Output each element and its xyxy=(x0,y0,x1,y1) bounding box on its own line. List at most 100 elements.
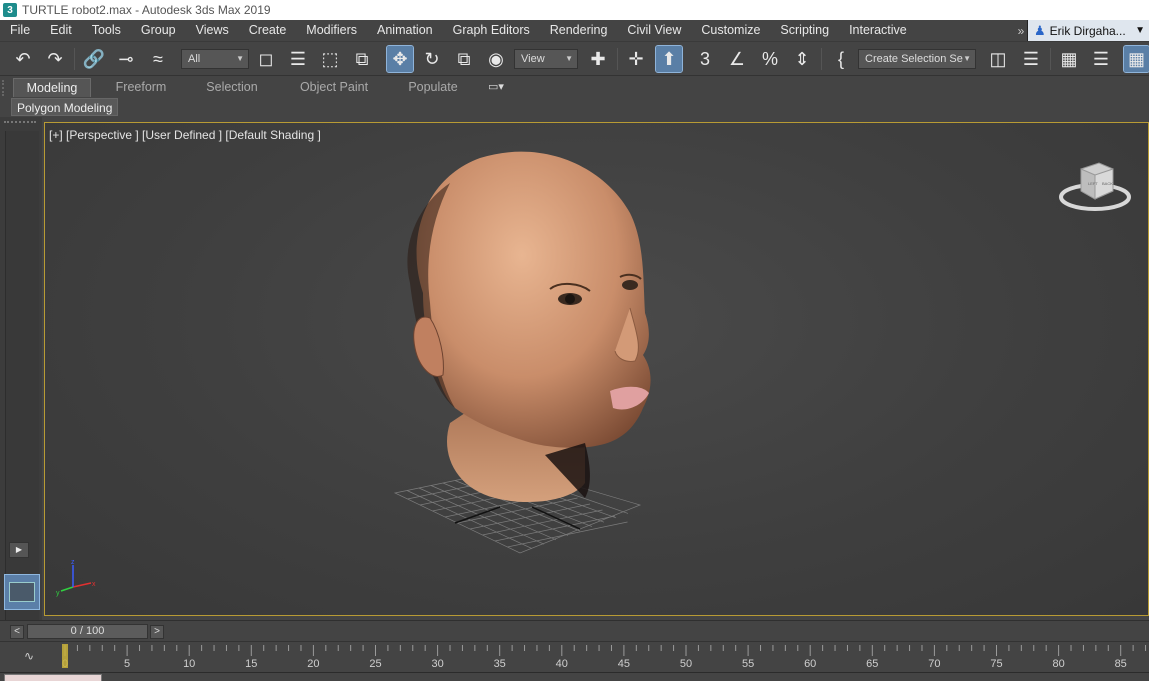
track-tick-label: 85 xyxy=(1115,658,1127,670)
viewcube-face-left: LEFT xyxy=(1088,181,1098,186)
track-tick-label: 40 xyxy=(556,658,568,670)
curve-editor-icon[interactable]: ∿ xyxy=(24,649,34,663)
rectangular-selection-icon[interactable]: ⬚ xyxy=(317,46,343,72)
redo-icon[interactable]: ↷ xyxy=(42,46,68,72)
select-and-scale-icon[interactable]: ⧉ xyxy=(451,46,477,72)
track-tick-label: 35 xyxy=(494,658,506,670)
spinner-snap-icon[interactable]: ⇕ xyxy=(789,46,815,72)
current-frame-marker[interactable] xyxy=(62,644,68,668)
bind-space-warp-icon[interactable]: ≈ xyxy=(145,46,171,72)
keyboard-shortcut-override-icon[interactable]: ⬆ xyxy=(655,45,683,73)
select-manipulate-icon[interactable]: ✛ xyxy=(623,46,649,72)
select-by-name-icon[interactable]: ☰ xyxy=(285,46,311,72)
menu-tools[interactable]: Tools xyxy=(82,20,131,41)
layer-explorer-icon[interactable]: ☰ xyxy=(1088,46,1114,72)
edit-named-selection-icon[interactable]: { xyxy=(828,46,854,72)
ribbon: Modeling Freeform Selection Object Paint… xyxy=(0,75,1149,117)
tab-selection[interactable]: Selection xyxy=(196,78,268,97)
main-toolbar: ↶ ↷ 🔗 ⊸ ≈ All ▼ ◻ ☰ ⬚ ⧉ ✥ ↻ ⧉ ◉ View ▼ ✚ ✛… xyxy=(0,41,1149,75)
status-bar xyxy=(0,672,1149,681)
tab-freeform[interactable]: Freeform xyxy=(105,78,177,97)
track-bar[interactable]: ∿ 0510152025303540455055606570758085 xyxy=(0,641,1149,672)
menu-animation[interactable]: Animation xyxy=(367,20,443,41)
percent-snap-icon[interactable]: % xyxy=(757,46,783,72)
viewcube-icon[interactable]: LEFT BACK xyxy=(1059,157,1131,213)
track-tick-label: 60 xyxy=(804,658,816,670)
viewport-layout-thumbnail[interactable] xyxy=(4,574,40,610)
viewport-label[interactable]: [+] [Perspective ] [User Defined ] [Defa… xyxy=(49,128,321,142)
window-title: TURTLE robot2.max - Autodesk 3ds Max 201… xyxy=(22,3,271,17)
track-tick-label: 20 xyxy=(307,658,319,670)
menu-interactive[interactable]: Interactive xyxy=(839,20,917,41)
menu-rendering[interactable]: Rendering xyxy=(540,20,618,41)
place-icon[interactable]: ◉ xyxy=(483,46,509,72)
left-viewport-strip: ▶ xyxy=(0,117,42,651)
menu-scripting[interactable]: Scripting xyxy=(770,20,839,41)
axis-y-label: y xyxy=(56,590,60,597)
named-selection-sets-dropdown[interactable]: Create Selection Se ▼ xyxy=(858,49,976,69)
menu-customize[interactable]: Customize xyxy=(691,20,770,41)
viewcube-face-back: BACK xyxy=(1102,181,1113,186)
reference-coordinate-value: View xyxy=(521,53,545,65)
ribbon-options-dropdown[interactable]: ▭▾ xyxy=(488,80,512,95)
mirror-icon[interactable]: ◫ xyxy=(985,46,1011,72)
user-icon: ♟ xyxy=(1034,22,1046,38)
ribbon-grip[interactable] xyxy=(2,80,8,96)
viewport-scene xyxy=(393,151,651,554)
select-object-icon[interactable]: ◻ xyxy=(253,46,279,72)
tab-populate[interactable]: Populate xyxy=(399,78,467,97)
selection-filter-value: All xyxy=(188,53,201,65)
time-slider[interactable]: 0 / 100 xyxy=(27,624,148,639)
tab-object-paint[interactable]: Object Paint xyxy=(292,78,376,97)
polygon-modeling-panel[interactable]: Polygon Modeling xyxy=(11,98,119,116)
perspective-viewport[interactable]: [+] [Perspective ] [User Defined ] [Defa… xyxy=(44,122,1149,616)
undo-icon[interactable]: ↶ xyxy=(10,46,36,72)
link-icon[interactable]: 🔗 xyxy=(81,46,107,72)
align-icon[interactable]: ☰ xyxy=(1018,46,1044,72)
user-account-button[interactable]: ♟ Erik Dirgaha... ▼ xyxy=(1027,20,1149,41)
app-icon: 3 xyxy=(3,3,17,17)
select-and-move-icon[interactable]: ✥ xyxy=(386,45,414,73)
user-name: Erik Dirgaha... xyxy=(1049,23,1126,38)
snaps-toggle-icon[interactable]: 3 xyxy=(692,46,718,72)
pivot-center-icon[interactable]: ✚ xyxy=(585,46,611,72)
track-tick-label: 45 xyxy=(618,658,630,670)
track-tick-label: 15 xyxy=(245,658,257,670)
named-selection-value: Create Selection Se xyxy=(865,53,963,65)
track-tick-label: 30 xyxy=(431,658,443,670)
axis-z-label: z xyxy=(71,559,75,566)
grid-axis-line xyxy=(454,506,501,524)
menu-create[interactable]: Create xyxy=(239,20,297,41)
track-tick-label: 65 xyxy=(866,658,878,670)
maxscript-listener[interactable] xyxy=(4,674,102,681)
menu-graph-editors[interactable]: Graph Editors xyxy=(443,20,540,41)
scene-explorer-icon[interactable]: ▦ xyxy=(1056,46,1082,72)
unlink-icon[interactable]: ⊸ xyxy=(113,46,139,72)
track-tick-label: 80 xyxy=(1052,658,1064,670)
track-tick-label: 10 xyxy=(183,658,195,670)
viewport-layouts-expand-icon[interactable]: ▶ xyxy=(9,542,29,558)
head-model[interactable] xyxy=(407,151,651,503)
angle-snap-icon[interactable]: ∠ xyxy=(724,46,750,72)
select-and-rotate-icon[interactable]: ↻ xyxy=(419,46,445,72)
reference-coordinate-dropdown[interactable]: View ▼ xyxy=(514,49,578,69)
menu-civil-view[interactable]: Civil View xyxy=(617,20,691,41)
menu-edit[interactable]: Edit xyxy=(40,20,82,41)
menu-file[interactable]: File xyxy=(0,20,40,41)
window-crossing-icon[interactable]: ⧉ xyxy=(349,46,375,72)
track-tick-label: 25 xyxy=(369,658,381,670)
menu-overflow-button[interactable]: » xyxy=(1015,24,1027,38)
axis-tripod-icon: x y z xyxy=(56,559,96,597)
time-slider-next-button[interactable]: > xyxy=(150,625,164,639)
tab-modeling[interactable]: Modeling xyxy=(13,78,91,97)
track-tick-label: 70 xyxy=(928,658,940,670)
track-tick-label: 55 xyxy=(742,658,754,670)
ribbon-toggle-icon[interactable]: ▦ xyxy=(1123,45,1149,73)
track-bar-ruler: 0510152025303540455055606570758085 xyxy=(62,644,1147,670)
track-tick-label: 5 xyxy=(124,658,130,670)
selection-filter-dropdown[interactable]: All ▼ xyxy=(181,49,249,69)
time-slider-prev-button[interactable]: < xyxy=(10,625,24,639)
menu-modifiers[interactable]: Modifiers xyxy=(296,20,367,41)
menu-group[interactable]: Group xyxy=(131,20,186,41)
menu-views[interactable]: Views xyxy=(186,20,239,41)
